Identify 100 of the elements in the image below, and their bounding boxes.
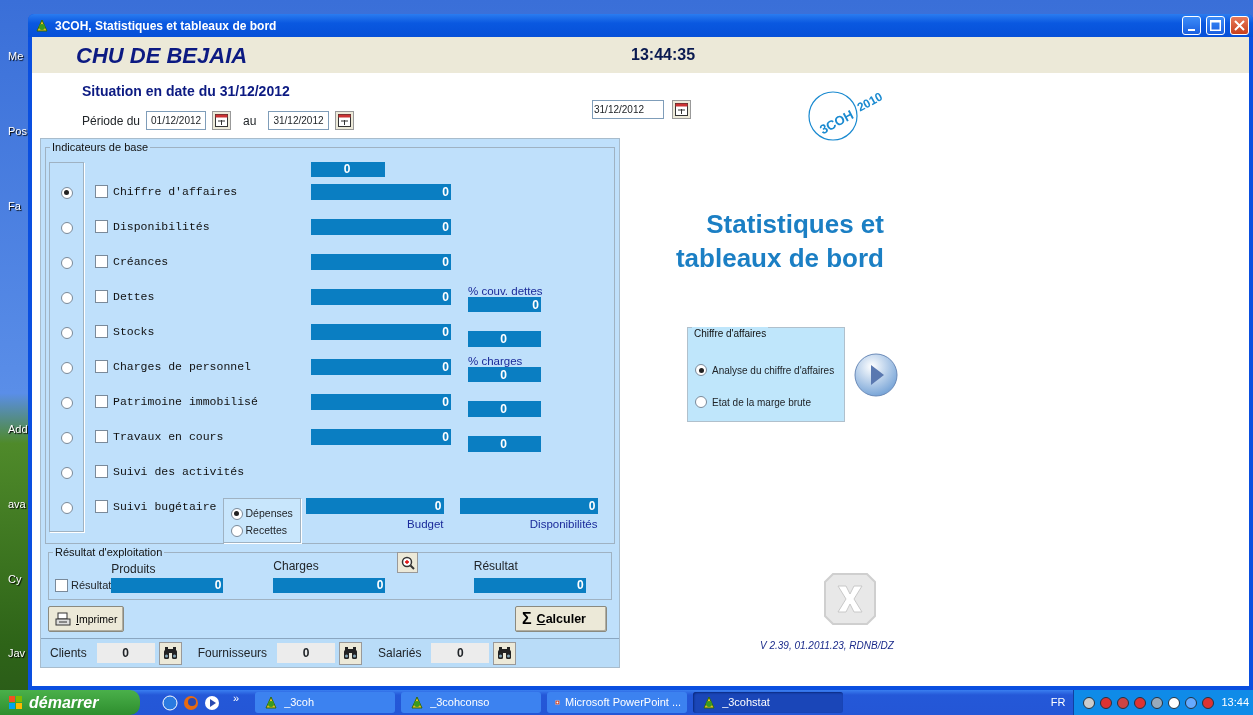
- app-icon: [409, 694, 426, 711]
- calculate-button[interactable]: Σ Calculer: [515, 606, 607, 633]
- calendar-button[interactable]: [672, 100, 691, 119]
- app-heading: tableaux de bord: [674, 242, 884, 275]
- close-icon: [1234, 20, 1245, 31]
- value-bar: 0: [311, 218, 451, 235]
- taskbar-button[interactable]: Microsoft PowerPoint ...: [547, 692, 688, 713]
- radio-button[interactable]: [230, 524, 243, 537]
- calendar-button[interactable]: [212, 111, 232, 130]
- maximize-button[interactable]: [1206, 16, 1225, 35]
- column-label: Résultat: [473, 558, 518, 576]
- indicator-label: Patrimoine immobilisé: [113, 393, 258, 410]
- checkbox[interactable]: [95, 465, 108, 478]
- radio-button[interactable]: [60, 256, 73, 269]
- tray-icon[interactable]: [1150, 695, 1165, 710]
- ratio-bar: 0: [468, 296, 541, 312]
- value-bar: 0: [473, 578, 586, 594]
- checkbox[interactable]: [95, 220, 108, 233]
- radio-button[interactable]: [60, 186, 73, 199]
- desktop-icon-label[interactable]: ava: [8, 496, 26, 513]
- start-button[interactable]: démarrer: [0, 690, 140, 715]
- checkbox[interactable]: [95, 360, 108, 373]
- desktop-icon-label[interactable]: Pos: [8, 123, 27, 140]
- desktop-icon-label[interactable]: Fa: [8, 198, 21, 215]
- search-button[interactable]: [339, 641, 363, 665]
- taskbar-button[interactable]: _3coh: [255, 692, 396, 713]
- indicator-label: Charges de personnel: [113, 358, 252, 375]
- radio-button[interactable]: [60, 326, 73, 339]
- search-button[interactable]: [158, 641, 182, 665]
- value-bar: 0: [311, 288, 451, 305]
- tray-icon[interactable]: [1167, 695, 1182, 710]
- close-button[interactable]: [1230, 16, 1249, 35]
- option-label: Dépenses: [245, 505, 293, 521]
- group-title: Indicateurs de base: [50, 140, 150, 154]
- value-bar: 0: [311, 162, 385, 177]
- radio-button[interactable]: [60, 466, 73, 479]
- indicator-label: Travaux en cours: [113, 428, 224, 445]
- taskbar-clock: 13:44: [1221, 695, 1249, 711]
- checkbox[interactable]: [95, 430, 108, 443]
- desktop-icon-label[interactable]: Jav: [8, 645, 26, 662]
- checkbox[interactable]: [95, 290, 108, 303]
- play-button[interactable]: [853, 351, 899, 398]
- counter-field: 0: [277, 643, 336, 664]
- option-label: Analyse du chiffre d'affaires: [712, 363, 835, 378]
- radio-button[interactable]: [60, 221, 73, 234]
- date-to-field[interactable]: 31/12/2012: [268, 111, 329, 130]
- radio-button[interactable]: [230, 507, 243, 520]
- desktop-icon-label[interactable]: Cy: [8, 571, 22, 588]
- language-indicator[interactable]: FR: [1050, 694, 1066, 711]
- indicator-label: Suivi des activités: [113, 463, 245, 480]
- checkbox[interactable]: [95, 395, 108, 408]
- taskbar-button[interactable]: _3cohconso: [401, 692, 542, 713]
- windows-flag-icon: [8, 694, 23, 711]
- bar-caption: Budget: [407, 518, 444, 530]
- binoculars-icon: [496, 645, 514, 662]
- desktop-icon-label[interactable]: Add: [8, 421, 28, 438]
- calendar-button[interactable]: [334, 111, 354, 130]
- radio-button[interactable]: [695, 396, 707, 408]
- counter-field: 0: [96, 643, 155, 664]
- date-from-field[interactable]: 01/12/2012: [146, 111, 207, 130]
- globe-icon[interactable]: [183, 694, 199, 711]
- value-bar: 0: [311, 253, 451, 270]
- column-label: Charges: [273, 558, 319, 576]
- checkbox[interactable]: [95, 500, 108, 513]
- tray-icon[interactable]: [1082, 695, 1097, 710]
- option-label: Etat de la marge brute: [712, 395, 811, 410]
- media-player-icon[interactable]: [204, 694, 220, 711]
- date-field[interactable]: 31/12/2012: [592, 100, 664, 119]
- radio-button[interactable]: [60, 431, 73, 444]
- indicator-label: Disponibilités: [113, 218, 210, 235]
- browser-icon[interactable]: [162, 694, 178, 711]
- counter-label: Fournisseurs: [197, 645, 268, 663]
- checkbox[interactable]: [55, 578, 68, 592]
- taskbar-button[interactable]: _3cohstat: [693, 692, 844, 713]
- checkbox[interactable]: [95, 255, 108, 268]
- value-bar: 0: [311, 323, 451, 340]
- radio-button[interactable]: [60, 361, 73, 374]
- counter-field: 0: [431, 643, 490, 664]
- radio-button[interactable]: [60, 501, 73, 514]
- zoom-button[interactable]: [396, 552, 418, 574]
- tray-icon[interactable]: [1184, 695, 1199, 710]
- indicator-label: Chiffre d'affaires: [113, 183, 238, 200]
- radio-button[interactable]: [60, 396, 73, 409]
- radio-button[interactable]: [695, 364, 707, 376]
- minimize-button[interactable]: [1182, 16, 1201, 35]
- ratio-bar: 0: [468, 330, 541, 347]
- more-icons-chevron[interactable]: »: [233, 690, 240, 707]
- value-bar: 0: [311, 428, 451, 445]
- print-button[interactable]: Imprimer: [48, 606, 125, 633]
- search-button[interactable]: [493, 641, 517, 665]
- checkbox[interactable]: [95, 185, 108, 198]
- desktop-icon-label[interactable]: Me: [8, 48, 24, 65]
- period-to-label: au: [243, 112, 257, 130]
- ratio-bar: 0: [468, 366, 541, 382]
- value-bar: 0: [459, 498, 598, 514]
- radio-button[interactable]: [60, 291, 73, 304]
- ratio-bar: 0: [468, 400, 541, 417]
- checkbox[interactable]: [95, 325, 108, 338]
- indicator-label: Stocks: [113, 323, 155, 340]
- counter-label: Clients: [50, 645, 87, 663]
